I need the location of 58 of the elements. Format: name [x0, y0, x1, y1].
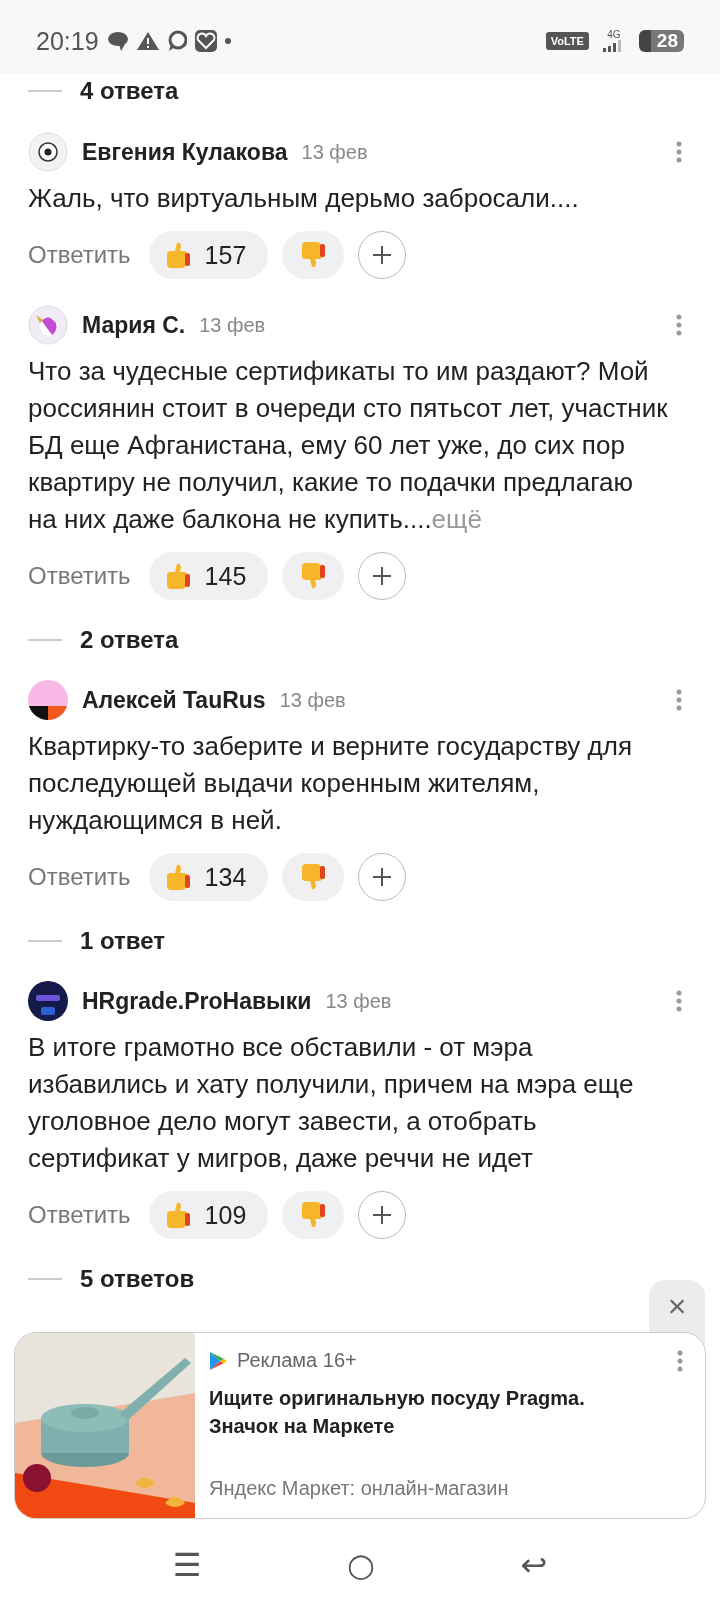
like-button[interactable]: 134 [148, 853, 269, 901]
volte-badge: VoLTE [545, 32, 589, 50]
like-button[interactable]: 157 [148, 231, 269, 279]
dislike-button[interactable] [282, 231, 345, 279]
comment-text: Жаль, что виртуальным дерьмо забросали.... [28, 182, 580, 215]
nav-button[interactable]: ↩ [514, 1545, 554, 1585]
nav-button[interactable]: ☰ [166, 1545, 208, 1585]
message-icon [166, 30, 187, 52]
comment-text: В итоге грамотно все обставили - от мэра избавились и хату получили, причем на мэра еще уголовное дело могут завести, а отобрать сертификат у мигров, даже реччи не идет [28, 1031, 635, 1175]
replies-link[interactable]: 1 ответ [80, 927, 166, 955]
like-button[interactable]: 145 [148, 552, 269, 600]
signal-indicator: 4G [602, 30, 625, 52]
reply-link[interactable]: Ответить [28, 863, 131, 891]
ad-label: Реклама 16+ [237, 1349, 357, 1372]
battery-indicator: 28 [638, 30, 684, 52]
replies-link[interactable]: 5 ответов [80, 1265, 195, 1293]
comment-text: Квартирку-то заберите и верните государству для последующей выдачи коренным жителям, нуждающимся в ней. [28, 730, 634, 837]
dislike-button[interactable] [282, 853, 345, 901]
replies-link[interactable]: 2 ответа [80, 626, 179, 654]
plus-icon [372, 566, 393, 586]
play-store-icon [209, 1350, 227, 1371]
comment-date: 13 фев [279, 688, 346, 712]
add-reaction-button[interactable] [358, 231, 407, 279]
reply-link[interactable]: Ответить [28, 562, 131, 590]
dislike-button[interactable] [282, 552, 345, 600]
heart-app-icon [194, 30, 217, 52]
more-icon[interactable] [676, 689, 682, 711]
comment-text: Что за чудесные сертификаты то им раздают? Мой россиянин стоит в очереди сто пятьсот лет, участник БД еще Афганистана, ему 60 лет уже, до сих пор квартиру не получил, какие то подачки предлагаю на них даже балкона не купить....ещё [28, 355, 668, 536]
warning-icon [136, 31, 159, 51]
plus-icon [372, 245, 393, 265]
chat-bubble-icon [106, 30, 129, 52]
replies-link[interactable]: 4 ответа [80, 77, 179, 105]
more-icon[interactable] [676, 990, 682, 1012]
reply-link[interactable]: Ответить [28, 241, 131, 269]
like-button[interactable]: 109 [148, 1191, 269, 1239]
plus-icon [372, 1205, 393, 1225]
reply-link[interactable]: Ответить [28, 1201, 131, 1229]
more-icon[interactable] [677, 1349, 683, 1372]
comment-date: 13 фев [199, 313, 266, 337]
ad-title: Ищите оригинальную посуду Pragma. Значок на Маркете [209, 1386, 586, 1439]
nav-button[interactable]: ○ [340, 1545, 381, 1585]
add-reaction-button[interactable] [358, 853, 407, 901]
plus-icon [372, 867, 393, 887]
author-name[interactable]: Алексей TauRus [82, 686, 266, 714]
add-reaction-button[interactable] [358, 552, 407, 600]
ad-source: Яндекс Маркет: онлайн-магазин [209, 1477, 510, 1500]
add-reaction-button[interactable] [358, 1191, 407, 1239]
comment-date: 13 фев [325, 989, 392, 1013]
author-name[interactable]: HRgrade.ProНавыки [82, 987, 312, 1015]
dislike-button[interactable] [282, 1191, 345, 1239]
more-icon[interactable] [676, 314, 682, 336]
clock: 20:19 [36, 26, 99, 56]
more-icon[interactable] [676, 141, 682, 163]
ad-card[interactable]: Реклама 16+ Ищите оригинальную посуду Pragma. Значок на Маркете Яндекс Маркет: онлайн-магазин [14, 1332, 706, 1519]
author-name[interactable]: Евгения Кулакова [82, 138, 288, 166]
comment-date: 13 фев [301, 140, 368, 164]
author-name[interactable]: Мария С. [82, 311, 186, 339]
dot-icon [224, 38, 231, 44]
